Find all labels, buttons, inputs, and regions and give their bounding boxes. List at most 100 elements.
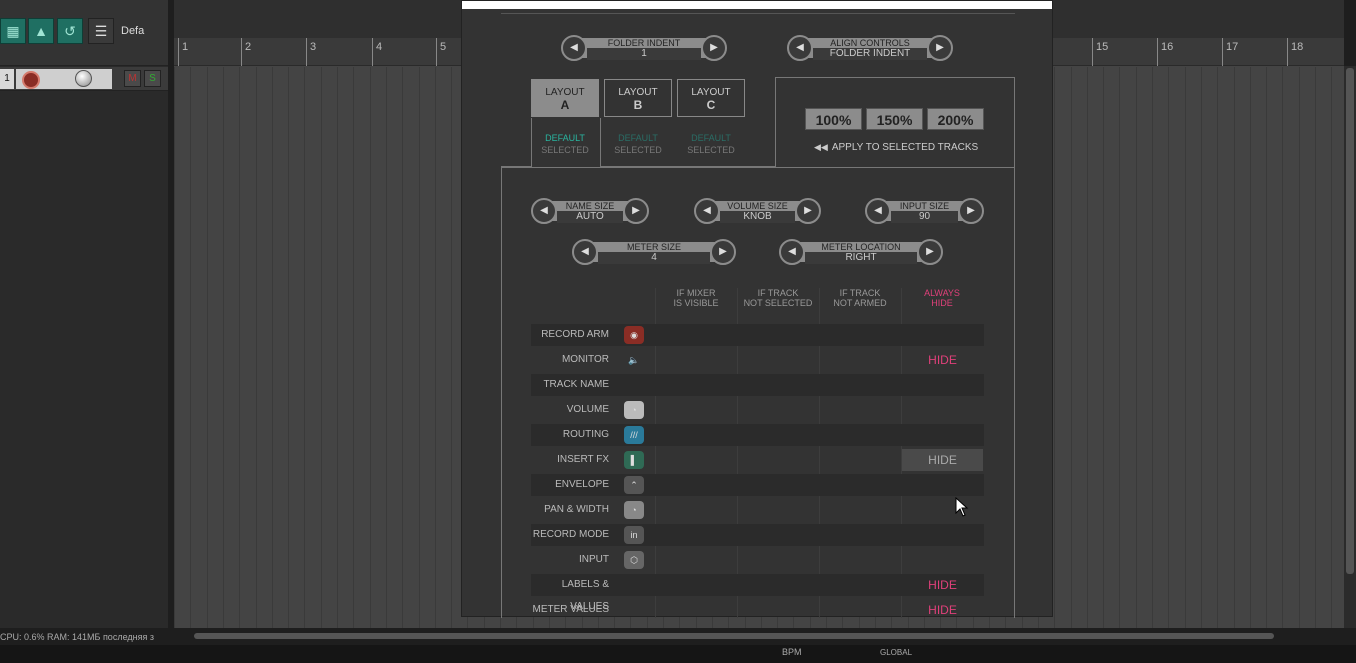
visibility-cell[interactable] <box>656 499 737 521</box>
input-icon[interactable]: ⬡ <box>624 551 644 569</box>
fx-icon[interactable]: ▌ <box>624 451 644 469</box>
visibility-cell[interactable] <box>820 424 901 446</box>
visibility-cell[interactable] <box>820 574 901 596</box>
visibility-cell[interactable] <box>738 374 819 396</box>
layout-menu-button[interactable]: ☰ <box>88 18 114 44</box>
speaker-icon[interactable]: 🔈 <box>624 351 644 369</box>
vertical-scrollbar[interactable] <box>1344 66 1356 628</box>
visibility-cell[interactable] <box>738 349 819 371</box>
layout-c-button[interactable]: LAYOUT C <box>677 79 745 117</box>
visibility-cell[interactable] <box>656 324 737 346</box>
visibility-cell[interactable] <box>820 399 901 421</box>
visibility-cell[interactable] <box>738 599 819 621</box>
visibility-cell[interactable] <box>656 574 737 596</box>
folder-indent-decrease-icon[interactable]: ◀ <box>561 35 587 61</box>
always-hide-cell[interactable] <box>902 524 983 546</box>
scale-100-button[interactable]: 100% <box>805 108 862 130</box>
visibility-cell[interactable] <box>656 549 737 571</box>
row-label: MONITOR <box>561 354 609 365</box>
visibility-cell[interactable] <box>738 524 819 546</box>
grid-line <box>1152 67 1153 628</box>
record-arm-icon[interactable]: ◉ <box>624 326 644 344</box>
visibility-cell[interactable] <box>738 399 819 421</box>
visibility-cell[interactable] <box>820 549 901 571</box>
scrollbar-thumb[interactable] <box>1346 68 1354 574</box>
meter-location-increase-icon[interactable]: ▶ <box>917 239 943 265</box>
visibility-cell[interactable] <box>738 574 819 596</box>
align-controls-decrease-icon[interactable]: ◀ <box>787 35 813 61</box>
visibility-cell[interactable] <box>820 374 901 396</box>
always-hide-cell[interactable] <box>902 374 983 396</box>
visibility-cell[interactable] <box>656 524 737 546</box>
folder-indent-increase-icon[interactable]: ▶ <box>701 35 727 61</box>
apply-to-selected-button[interactable]: ◀◀ APPLY TO SELECTED TRACKS <box>814 142 978 153</box>
pan-knob-icon[interactable]: ◔ <box>624 501 644 519</box>
visibility-cell[interactable] <box>738 499 819 521</box>
grid-button[interactable]: ▦ <box>0 18 26 44</box>
layout-b-default-selected[interactable]: DEFAULT SELECTED <box>604 132 672 156</box>
visibility-cell[interactable] <box>738 324 819 346</box>
input-size-decrease-icon[interactable]: ◀ <box>865 198 891 224</box>
layout-b-button[interactable]: LAYOUT B <box>604 79 672 117</box>
horizontal-scrollbar[interactable] <box>174 629 1356 643</box>
visibility-cell[interactable] <box>820 349 901 371</box>
visibility-cell[interactable] <box>656 374 737 396</box>
visibility-cell[interactable] <box>738 424 819 446</box>
input-size-label: INPUT SIZE <box>899 201 950 211</box>
always-hide-cell[interactable] <box>902 324 983 346</box>
always-hide-cell[interactable]: HIDE <box>902 349 983 371</box>
always-hide-cell[interactable] <box>902 399 983 421</box>
mute-button[interactable]: M <box>124 70 141 87</box>
volume-knob-icon[interactable] <box>75 70 92 87</box>
record-mode-icon[interactable]: in <box>624 526 644 544</box>
record-arm-icon[interactable] <box>22 71 40 89</box>
visibility-cell[interactable] <box>738 549 819 571</box>
meter-size-decrease-icon[interactable]: ◀ <box>572 239 598 265</box>
name-size-decrease-icon[interactable]: ◀ <box>531 198 557 224</box>
visibility-cell[interactable] <box>656 599 737 621</box>
track-row[interactable]: 1 M S <box>0 67 168 91</box>
visibility-cell[interactable] <box>738 474 819 496</box>
routing-icon[interactable]: /// <box>624 426 644 444</box>
volume-size-decrease-icon[interactable]: ◀ <box>694 198 720 224</box>
visibility-cell[interactable] <box>820 599 901 621</box>
visibility-cell[interactable] <box>820 474 901 496</box>
col-header-line1: IF TRACK <box>839 288 881 298</box>
loop-button[interactable]: ↺ <box>57 18 83 44</box>
visibility-cell[interactable] <box>738 449 819 471</box>
meter-size-increase-icon[interactable]: ▶ <box>710 239 736 265</box>
meter-location-decrease-icon[interactable]: ◀ <box>779 239 805 265</box>
scale-150-button[interactable]: 150% <box>866 108 923 130</box>
name-size-increase-icon[interactable]: ▶ <box>623 198 649 224</box>
input-size-increase-icon[interactable]: ▶ <box>958 198 984 224</box>
visibility-cell[interactable] <box>656 474 737 496</box>
visibility-cell[interactable] <box>820 524 901 546</box>
always-hide-cell[interactable] <box>902 549 983 571</box>
visibility-cell[interactable] <box>656 399 737 421</box>
always-hide-cell[interactable] <box>902 499 983 521</box>
visibility-cell[interactable] <box>820 449 901 471</box>
always-hide-cell[interactable]: HIDE <box>902 449 983 471</box>
align-controls-increase-icon[interactable]: ▶ <box>927 35 953 61</box>
visibility-cell[interactable] <box>656 449 737 471</box>
always-hide-cell[interactable]: HIDE <box>902 574 983 596</box>
always-hide-cell[interactable] <box>902 424 983 446</box>
visibility-cell[interactable] <box>820 499 901 521</box>
volume-knob-icon[interactable]: ◔ <box>624 401 644 419</box>
layout-c-default-selected[interactable]: DEFAULT SELECTED <box>677 132 745 156</box>
always-hide-cell[interactable]: HIDE <box>902 599 983 621</box>
name-size-label: NAME SIZE <box>565 201 615 211</box>
scrollbar-track[interactable] <box>194 633 1274 639</box>
always-hide-cell[interactable] <box>902 474 983 496</box>
visibility-cell[interactable] <box>820 324 901 346</box>
visibility-cell[interactable] <box>656 349 737 371</box>
track-control-panel: ▦ ▲ ↺ ☰ Defa 1 M S <box>0 0 168 628</box>
envelope-icon[interactable]: ⌃ <box>624 476 644 494</box>
volume-size-increase-icon[interactable]: ▶ <box>795 198 821 224</box>
layout-a-button[interactable]: LAYOUT A <box>531 79 599 117</box>
visibility-cell[interactable] <box>656 424 737 446</box>
layout-a-default-selected[interactable]: DEFAULT SELECTED <box>531 132 599 156</box>
scale-200-button[interactable]: 200% <box>927 108 984 130</box>
solo-button[interactable]: S <box>144 70 161 87</box>
metronome-button[interactable]: ▲ <box>28 18 54 44</box>
